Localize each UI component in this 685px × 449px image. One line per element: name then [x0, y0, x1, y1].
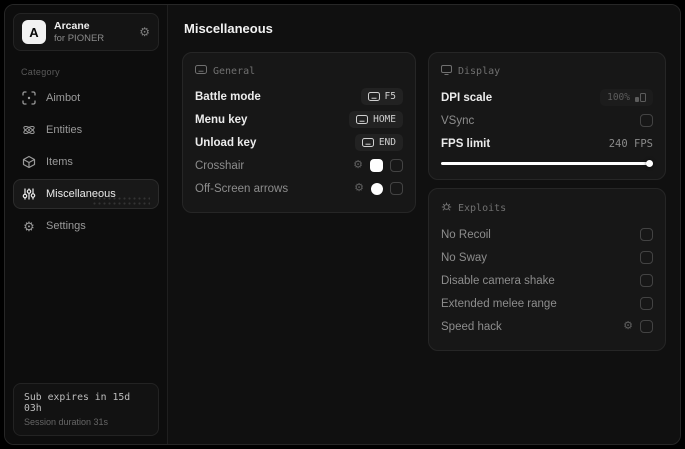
disable-camera-shake-row: Disable camera shake	[441, 269, 653, 292]
sidebar-item-label: Entities	[46, 124, 83, 136]
general-card: General Battle mode F5 Menu key HOME Unl…	[182, 52, 416, 213]
crosshair-checkbox[interactable]	[390, 159, 403, 172]
display-card: Display DPI scale 100% VSync FPS limit 2…	[428, 52, 666, 180]
gear-icon: ⚙	[23, 218, 35, 234]
disable-camera-shake-label: Disable camera shake	[441, 274, 555, 287]
menu-key-keybind[interactable]: HOME	[349, 111, 403, 128]
crosshair-settings-icon[interactable]: ⚙	[353, 160, 363, 171]
no-recoil-row: No Recoil	[441, 223, 653, 246]
sliders-icon	[22, 187, 36, 201]
speed-hack-settings-icon[interactable]: ⚙	[623, 321, 633, 332]
dpi-scale-row: DPI scale 100%	[441, 86, 653, 109]
slider-track	[441, 162, 653, 165]
subscription-card: Sub expires in 15d 03h Session duration …	[13, 383, 159, 436]
slider-knob[interactable]	[646, 160, 653, 167]
offscreen-arrows-color-swatch[interactable]	[371, 182, 383, 195]
no-sway-row: No Sway	[441, 246, 653, 269]
app-window: A Arcane for PIONER ⚙ Category Aimbot En…	[4, 4, 681, 445]
exploits-card-header: Exploits	[441, 201, 653, 215]
vsync-checkbox[interactable]	[640, 114, 653, 127]
fps-limit-label: FPS limit	[441, 137, 491, 150]
fps-limit-slider[interactable]	[441, 160, 653, 167]
dpi-scale-value-badge[interactable]: 100%	[600, 89, 653, 106]
crosshair-label: Crosshair	[195, 159, 245, 172]
brand-card: A Arcane for PIONER ⚙	[13, 13, 159, 51]
dots-decoration	[92, 196, 150, 205]
sub-expiry-text: Sub expires in 15d 03h	[24, 392, 131, 414]
no-sway-label: No Sway	[441, 251, 488, 264]
general-card-title: General	[213, 65, 256, 77]
unload-key-keybind[interactable]: END	[354, 134, 403, 151]
sidebar-item-items[interactable]: Items	[13, 147, 159, 177]
crosshair-row: Crosshair ⚙	[195, 154, 403, 177]
main-content: Miscellaneous General Battle mode F5 Men…	[168, 5, 680, 444]
sidebar-item-settings[interactable]: ⚙ Settings	[13, 211, 159, 241]
battle-mode-keybind[interactable]: F5	[360, 88, 403, 105]
right-column: Display DPI scale 100% VSync FPS limit 2…	[428, 52, 666, 351]
no-sway-checkbox[interactable]	[640, 251, 653, 264]
sidebar-item-label: Aimbot	[46, 92, 81, 104]
sidebar-nav: Aimbot Entities Items Miscellaneous ⚙ Se…	[13, 83, 159, 241]
display-card-header: Display	[441, 65, 653, 78]
keyboard-icon	[361, 138, 374, 147]
unload-key-row: Unload key END	[195, 131, 403, 154]
fps-limit-row: FPS limit 240 FPS	[441, 132, 653, 155]
settings-columns: General Battle mode F5 Menu key HOME Unl…	[182, 52, 666, 351]
sidebar: A Arcane for PIONER ⚙ Category Aimbot En…	[5, 5, 168, 444]
app-subtitle: for PIONER	[54, 33, 105, 44]
vsync-label: VSync	[441, 114, 475, 127]
extended-melee-range-row: Extended melee range	[441, 292, 653, 315]
sidebar-item-entities[interactable]: Entities	[13, 115, 159, 145]
menu-key-label: Menu key	[195, 113, 248, 126]
speed-hack-checkbox[interactable]	[640, 320, 653, 333]
page-title: Miscellaneous	[184, 21, 273, 36]
battle-mode-row: Battle mode F5	[195, 85, 403, 108]
fps-limit-value: 240 FPS	[608, 137, 653, 150]
offscreen-arrows-checkbox[interactable]	[390, 182, 403, 195]
extended-melee-range-label: Extended melee range	[441, 297, 557, 310]
bug-icon	[441, 201, 452, 215]
offscreen-arrows-settings-icon[interactable]: ⚙	[354, 183, 364, 194]
brand-text: Arcane for PIONER	[54, 20, 104, 44]
menu-key-row: Menu key HOME	[195, 108, 403, 131]
session-duration-text: Session duration 31s	[24, 417, 109, 427]
atom-icon	[22, 123, 36, 137]
sidebar-item-label: Settings	[46, 220, 86, 232]
box-icon	[22, 155, 36, 169]
offscreen-arrows-label: Off-Screen arrows	[195, 182, 289, 195]
vsync-row: VSync	[441, 109, 653, 132]
no-recoil-label: No Recoil	[441, 228, 491, 241]
sidebar-item-miscellaneous[interactable]: Miscellaneous	[13, 179, 159, 209]
sidebar-item-label: Items	[46, 156, 73, 168]
general-card-header: General	[195, 65, 403, 77]
display-card-title: Display	[458, 66, 501, 77]
extended-melee-range-checkbox[interactable]	[640, 297, 653, 310]
no-recoil-checkbox[interactable]	[640, 228, 653, 241]
speed-hack-row: Speed hack ⚙	[441, 315, 653, 338]
crosshair-color-swatch[interactable]	[370, 159, 383, 172]
category-label: Category	[21, 67, 60, 77]
unload-key-label: Unload key	[195, 136, 257, 149]
keyboard-icon	[195, 65, 207, 77]
dpi-scale-label: DPI scale	[441, 91, 493, 104]
sidebar-item-aimbot[interactable]: Aimbot	[13, 83, 159, 113]
scale-icon	[635, 93, 646, 102]
battle-mode-label: Battle mode	[195, 90, 261, 103]
keyboard-icon	[367, 92, 380, 101]
app-logo: A	[22, 20, 46, 44]
scan-icon	[22, 91, 36, 105]
speed-hack-label: Speed hack	[441, 320, 502, 333]
monitor-icon	[441, 65, 452, 78]
exploits-card: Exploits No Recoil No Sway Disable camer…	[428, 188, 666, 351]
exploits-card-title: Exploits	[458, 202, 507, 214]
offscreen-arrows-row: Off-Screen arrows ⚙	[195, 177, 403, 200]
disable-camera-shake-checkbox[interactable]	[640, 274, 653, 287]
brand-settings-icon[interactable]: ⚙	[139, 26, 150, 38]
keyboard-icon	[356, 115, 369, 124]
app-name: Arcane	[54, 20, 90, 32]
